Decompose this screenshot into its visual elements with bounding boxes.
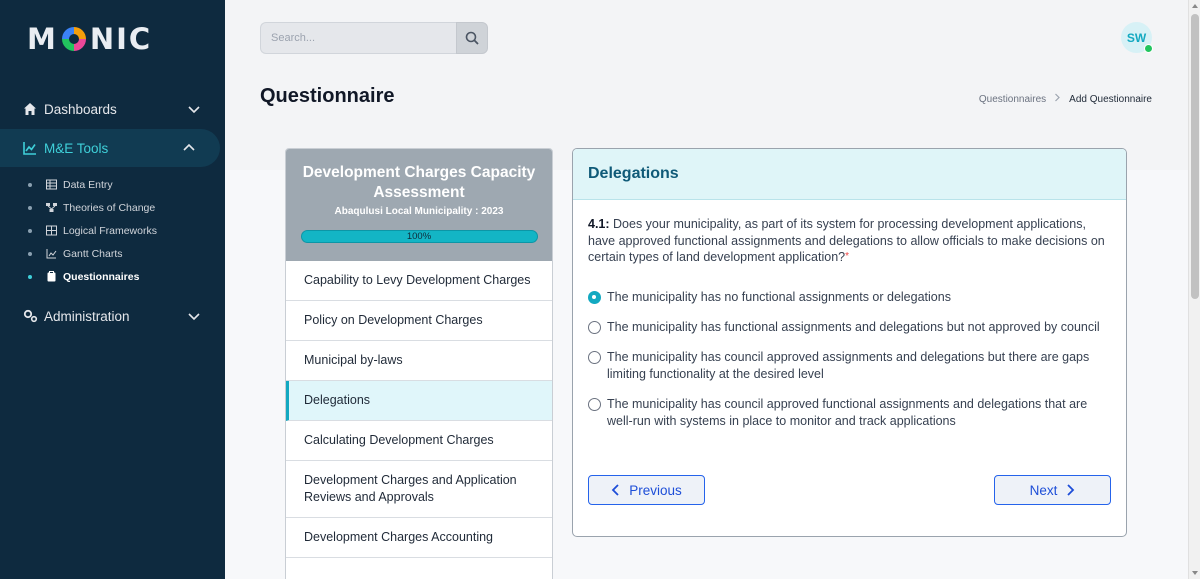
option-label: The municipality has functional assignme… — [607, 320, 1100, 334]
chevron-right-icon — [1054, 93, 1061, 105]
home-icon — [22, 101, 38, 117]
scroll-up-arrow-icon[interactable] — [1191, 2, 1199, 10]
online-status-dot — [1144, 44, 1153, 53]
scroll-down-arrow-icon[interactable] — [1191, 569, 1199, 577]
sidebar-subitem-theories-of-change[interactable]: Theories of Change — [28, 196, 225, 219]
section-item[interactable]: Calculating Development Charges — [286, 421, 552, 461]
answer-option[interactable]: The municipality has no functional assig… — [588, 289, 1108, 306]
chart-icon — [46, 248, 57, 259]
option-label: The municipality has council approved fu… — [607, 397, 1088, 428]
assessment-title: Development Charges Capacity Assessment — [302, 164, 536, 201]
user-avatar[interactable]: SW — [1121, 22, 1153, 53]
chevron-left-icon — [611, 484, 619, 496]
next-label: Next — [1029, 482, 1058, 498]
answer-option[interactable]: The municipality has council approved as… — [588, 349, 1108, 383]
sidebar: M NIC Dashboards M&E Tools Data Entry Th… — [0, 0, 225, 579]
section-title: Delegations — [573, 149, 1126, 200]
section-item[interactable]: Municipal by-laws — [286, 341, 552, 381]
radio-button-selected[interactable] — [588, 291, 601, 304]
search-bar — [260, 22, 488, 54]
section-item[interactable]: Development Charges Accounting — [286, 518, 552, 558]
sidebar-item-dashboards[interactable]: Dashboards — [0, 92, 225, 126]
radio-button[interactable] — [588, 351, 601, 364]
section-item-active[interactable]: Delegations — [286, 381, 552, 421]
bullet-icon — [28, 182, 32, 187]
progress-bar: 100% — [300, 230, 538, 243]
breadcrumb-current: Add Questionnaire — [1069, 93, 1152, 105]
answer-option[interactable]: The municipality has functional assignme… — [588, 319, 1108, 336]
assessment-header: Development Charges Capacity Assessment … — [286, 149, 552, 261]
assessment-panel: Development Charges Capacity Assessment … — [285, 148, 553, 579]
search-icon — [465, 31, 479, 45]
table-icon — [46, 179, 57, 190]
breadcrumb: Questionnaires Add Questionnaire — [979, 93, 1152, 105]
sidebar-subitem-label: Logical Frameworks — [63, 224, 157, 237]
progress-label: 100% — [406, 231, 432, 242]
sidebar-subitem-data-entry[interactable]: Data Entry — [28, 173, 225, 196]
previous-button[interactable]: Previous — [588, 475, 705, 505]
sidebar-item-label: M&E Tools — [44, 140, 109, 156]
logo-mark-icon — [61, 27, 86, 51]
sidebar-subitem-logical-frameworks[interactable]: Logical Frameworks — [28, 219, 225, 242]
section-item[interactable]: Development Charges and Application Revi… — [286, 461, 552, 518]
search-input[interactable] — [260, 22, 456, 54]
assessment-subtitle: Abaqulusi Local Municipality : 2023 — [334, 206, 504, 217]
option-label: The municipality has council approved as… — [607, 350, 1090, 381]
me-tools-submenu: Data Entry Theories of Change Logical Fr… — [0, 173, 225, 288]
bullet-icon — [28, 274, 32, 279]
answer-option[interactable]: The municipality has council approved fu… — [588, 396, 1108, 430]
sidebar-item-administration[interactable]: Administration — [0, 299, 225, 333]
sidebar-item-label: Dashboards — [44, 101, 117, 117]
clipboard-icon — [46, 271, 57, 282]
next-button[interactable]: Next — [994, 475, 1111, 505]
search-button[interactable] — [456, 22, 488, 54]
app-logo[interactable]: M NIC — [27, 22, 152, 56]
question-panel: Delegations 4.1: Does your municipality,… — [572, 148, 1127, 537]
sidebar-subitem-questionnaires[interactable]: Questionnaires — [28, 265, 225, 288]
logo-text-right: NIC — [89, 22, 153, 56]
scrollbar-thumb[interactable] — [1191, 14, 1199, 299]
breadcrumb-link-questionnaires[interactable]: Questionnaires — [979, 94, 1046, 105]
question-text: 4.1: Does your municipality, as part of … — [588, 216, 1108, 266]
sidebar-nav: Dashboards M&E Tools Data Entry Theories… — [0, 92, 225, 333]
chevron-down-icon[interactable] — [187, 309, 201, 323]
sidebar-subitem-label: Gantt Charts — [63, 247, 123, 260]
sidebar-item-label: Administration — [44, 308, 130, 324]
sidebar-subitem-gantt-charts[interactable]: Gantt Charts — [28, 242, 225, 265]
option-label: The municipality has no functional assig… — [607, 290, 951, 304]
section-item[interactable]: Capability to Levy Development Charges — [286, 261, 552, 301]
chevron-right-icon — [1067, 484, 1075, 496]
chart-line-icon — [22, 140, 38, 156]
chevron-up-icon[interactable] — [182, 141, 196, 155]
sidebar-subitem-label: Theories of Change — [63, 201, 156, 214]
logo-text-left: M — [27, 22, 58, 56]
radio-button[interactable] — [588, 321, 601, 334]
section-item[interactable]: Policy on Development Charges — [286, 301, 552, 341]
user-initials: SW — [1126, 30, 1147, 45]
bullet-icon — [28, 251, 32, 256]
radio-button[interactable] — [588, 398, 601, 411]
required-mark: * — [845, 251, 850, 262]
sidebar-subitem-label: Data Entry — [63, 178, 113, 191]
bullet-icon — [28, 205, 32, 210]
bullet-icon — [28, 228, 32, 233]
grid-icon — [46, 225, 57, 236]
page-scrollbar[interactable] — [1188, 0, 1200, 579]
sidebar-subitem-label: Questionnaires — [63, 270, 140, 283]
sitemap-icon — [46, 202, 57, 213]
cogs-icon — [22, 308, 38, 324]
previous-label: Previous — [629, 482, 682, 498]
chevron-down-icon[interactable] — [187, 102, 201, 116]
sidebar-item-me-tools[interactable]: M&E Tools — [0, 129, 220, 167]
answer-options: The municipality has no functional assig… — [588, 289, 1108, 443]
page-title: Questionnaire — [260, 85, 395, 107]
question-number: 4.1: — [588, 217, 610, 231]
